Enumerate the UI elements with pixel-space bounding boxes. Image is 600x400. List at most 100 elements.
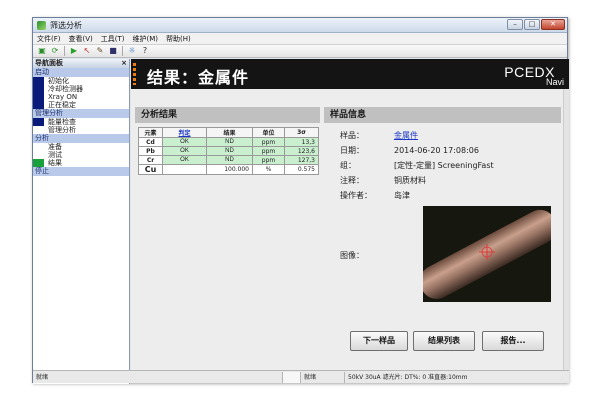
judgement-cell: OK bbox=[162, 146, 207, 156]
nav-item-label: 结果 bbox=[48, 159, 62, 167]
measurement-conditions: 50kV 30uA 滤光片: DT%: 0 准直器:10mm bbox=[348, 373, 468, 381]
sample-comment-value: 铜质材料 bbox=[394, 176, 426, 185]
sample-name-label: 样品： bbox=[340, 131, 364, 140]
result-header: 结果：金属件 PCEDX Navi bbox=[131, 59, 569, 89]
analysis-section-header: 分析结果 bbox=[135, 107, 320, 123]
table-row: Cr OK ND ppm 127,3 bbox=[138, 155, 319, 165]
open-icon[interactable]: ▣ bbox=[37, 46, 47, 56]
refresh-icon[interactable]: ⟳ bbox=[50, 46, 60, 56]
nav-panel-title: 导航面板 bbox=[35, 59, 63, 67]
sigma-cell: 0.575 bbox=[284, 164, 319, 175]
settings-icon[interactable]: ☼ bbox=[127, 46, 137, 56]
nav-status-marker bbox=[33, 118, 44, 126]
sample-name-link[interactable]: 金属件 bbox=[394, 130, 418, 142]
nav-close-icon[interactable]: × bbox=[121, 59, 127, 68]
sample-date-value: 2014-06-20 17:08:06 bbox=[394, 146, 479, 155]
nav-item[interactable]: Xray ON bbox=[33, 93, 129, 101]
nav-item-label: Xray ON bbox=[48, 93, 78, 101]
nav-group[interactable]: 启动 bbox=[33, 68, 129, 77]
vertical-scrollbar[interactable] bbox=[563, 89, 569, 370]
next-sample-button[interactable]: 下一样品 bbox=[350, 331, 408, 351]
nav-item-label: 管理分析 bbox=[48, 126, 76, 134]
table-row: Cd OK ND ppm 13,3 bbox=[138, 137, 319, 147]
sample-name-row: 样品： 金属件 bbox=[340, 130, 418, 142]
nav-item-label: 准备 bbox=[48, 143, 62, 151]
sigma-cell: 127,3 bbox=[284, 155, 319, 165]
result-cell: 100.000 bbox=[206, 164, 253, 175]
nav-item[interactable]: 正在稳定 bbox=[33, 101, 129, 109]
element-cell: Cd bbox=[138, 137, 163, 147]
status-bar: 就绪 就绪 50kV 30uA 滤光片: DT%: 0 准直器:10mm bbox=[33, 370, 569, 383]
nav-item[interactable]: 结果 bbox=[33, 159, 129, 167]
sample-comment-label: 注释： bbox=[340, 176, 364, 185]
col-result: 结果 bbox=[206, 127, 253, 138]
nav-tree: 启动 初始化 冷却检测器 Xray ON 正在稳定 管理分析 能量检查 管理分析 分析 准备 测试结… bbox=[33, 68, 129, 176]
results-header-row: 元素 判定 结果 单位 3σ bbox=[138, 127, 319, 138]
menu-help[interactable]: 帮助(H) bbox=[166, 34, 191, 44]
nav-item[interactable]: 初始化 bbox=[33, 77, 129, 85]
col-element: 元素 bbox=[138, 127, 163, 138]
nav-status-marker bbox=[33, 77, 44, 85]
brand-logo-sub: Navi bbox=[545, 77, 564, 87]
edit-icon[interactable]: ✎ bbox=[95, 46, 105, 56]
nav-status-marker bbox=[33, 101, 44, 109]
nav-item[interactable]: 冷却检测器 bbox=[33, 85, 129, 93]
close-button[interactable]: ✕ bbox=[541, 19, 565, 30]
status-text-2: 就绪 bbox=[301, 371, 345, 383]
unit-cell: ppm bbox=[252, 146, 285, 156]
nav-item-label: 冷却检测器 bbox=[48, 85, 83, 93]
menu-file[interactable]: 文件(F) bbox=[37, 34, 61, 44]
help-icon[interactable]: ? bbox=[140, 46, 150, 56]
nav-item-label: 测试 bbox=[48, 151, 62, 159]
menu-tools[interactable]: 工具(T) bbox=[101, 34, 125, 44]
navigation-panel: 导航面板 × 启动 初始化 冷却检测器 Xray ON 正在稳定 管理分析 能量检查 管理分析… bbox=[33, 59, 130, 384]
nav-item-label: 正在稳定 bbox=[48, 101, 76, 109]
result-cell: ND bbox=[206, 137, 253, 147]
sample-comment-row: 注释： 铜质材料 bbox=[340, 175, 426, 187]
result-list-button[interactable]: 结果列表 bbox=[413, 331, 475, 351]
nav-group[interactable]: 分析 bbox=[33, 134, 129, 143]
window-controls: – □ ✕ bbox=[507, 19, 565, 30]
main-content: 结果：金属件 PCEDX Navi 分析结果 样品信息 元素 判定 结果 单位 … bbox=[131, 59, 569, 370]
col-judgement[interactable]: 判定 bbox=[162, 127, 207, 138]
maximize-button[interactable]: □ bbox=[524, 19, 540, 30]
menu-view[interactable]: 查看(V) bbox=[69, 34, 93, 44]
element-cell: Cu bbox=[138, 164, 163, 175]
status-indicator bbox=[283, 371, 301, 383]
header-accent-strip bbox=[133, 63, 136, 85]
nav-group[interactable]: 停止 bbox=[33, 167, 129, 176]
nav-panel-header: 导航面板 × bbox=[33, 59, 129, 68]
sample-group-label: 组： bbox=[340, 161, 356, 170]
pointer-icon[interactable]: ↖ bbox=[82, 46, 92, 56]
app-icon bbox=[37, 20, 46, 30]
sample-section-header: 样品信息 bbox=[324, 107, 561, 123]
nav-status-marker bbox=[33, 151, 44, 159]
title-bar[interactable]: 筛选分析 – □ ✕ bbox=[33, 18, 567, 33]
table-row: Pb OK ND ppm 123,6 bbox=[138, 146, 319, 156]
nav-item[interactable]: 管理分析 bbox=[33, 126, 129, 134]
sample-date-label: 日期： bbox=[340, 146, 364, 155]
table-row: Cu 100.000 % 0.575 bbox=[138, 164, 319, 175]
unit-cell: ppm bbox=[252, 155, 285, 165]
toolbar-separator bbox=[64, 46, 65, 56]
result-cell: ND bbox=[206, 146, 253, 156]
play-icon[interactable]: ▶ bbox=[69, 46, 79, 56]
nav-item[interactable]: 准备 bbox=[33, 143, 129, 151]
nav-status-marker bbox=[33, 85, 44, 93]
judgement-cell bbox=[162, 164, 207, 175]
sample-image-label: 图像： bbox=[340, 251, 364, 260]
minimize-button[interactable]: – bbox=[507, 19, 523, 30]
nav-item[interactable]: 能量检查 bbox=[33, 118, 129, 126]
nav-item-label: 能量检查 bbox=[48, 118, 76, 126]
report-button[interactable]: 报告... bbox=[482, 331, 544, 351]
menu-bar: 文件(F) 查看(V) 工具(T) 维护(M) 帮助(H) bbox=[33, 33, 567, 45]
save-icon[interactable]: ■ bbox=[108, 46, 118, 56]
status-text: 就绪 bbox=[33, 371, 283, 383]
page-title: 结果：金属件 bbox=[147, 68, 250, 87]
element-cell: Cr bbox=[138, 155, 163, 165]
result-cell: ND bbox=[206, 155, 253, 165]
menu-maintenance[interactable]: 维护(M) bbox=[133, 34, 159, 44]
unit-cell: ppm bbox=[252, 137, 285, 147]
nav-item[interactable]: 测试 bbox=[33, 151, 129, 159]
nav-group[interactable]: 管理分析 bbox=[33, 109, 129, 118]
